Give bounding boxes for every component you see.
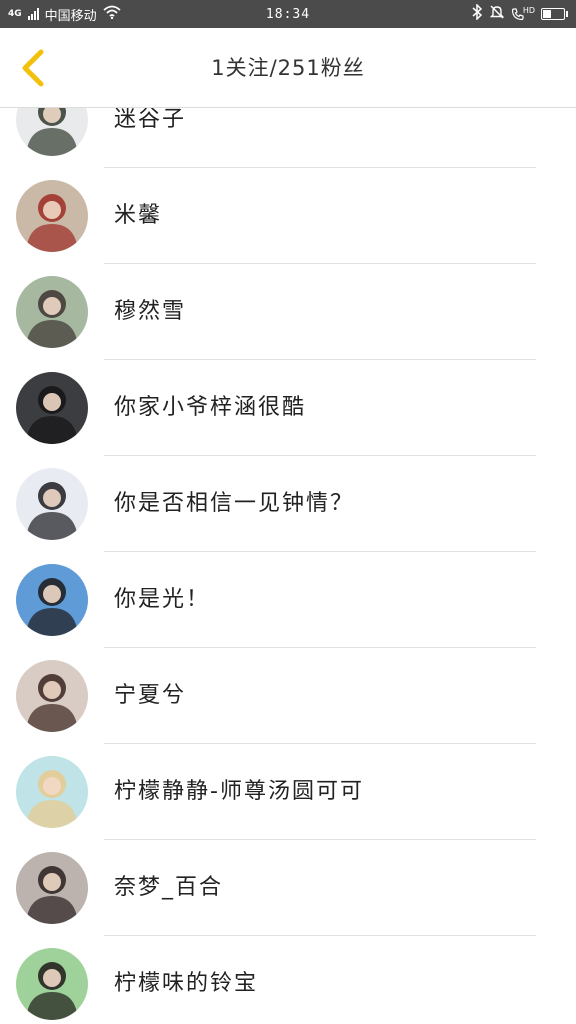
follower-item[interactable]: 穆然雪: [0, 264, 576, 360]
status-bar: 4G 中国移动 18:34 HD: [0, 0, 576, 28]
follower-name[interactable]: 你是光！: [114, 552, 210, 648]
hd-call-icon: HD: [511, 5, 535, 21]
follower-list-inner: 迷谷子 米馨 穆然雪 你家小爷梓涵很酷 你是否相信一见钟情？ 你是光！ 宁夏兮 柠檬静静-师尊…: [0, 108, 576, 1024]
battery-icon: [541, 8, 568, 20]
follower-name[interactable]: 宁夏兮: [114, 648, 186, 744]
follower-item[interactable]: 你是否相信一见钟情？: [0, 456, 576, 552]
avatar[interactable]: [16, 468, 88, 540]
hd-label: HD: [522, 5, 535, 15]
follower-name[interactable]: 你是否相信一见钟情？: [114, 456, 354, 552]
avatar[interactable]: [16, 108, 88, 156]
follower-name[interactable]: 迷谷子: [114, 108, 186, 168]
page-title: 1关注/251粉丝: [211, 56, 365, 80]
follower-item[interactable]: 你是光！: [0, 552, 576, 648]
follower-name[interactable]: 你家小爷梓涵很酷: [114, 360, 306, 456]
follower-name[interactable]: 柠檬味的铃宝: [114, 936, 258, 1024]
network-type: 4G: [8, 8, 22, 19]
follower-name[interactable]: 米馨: [114, 168, 162, 264]
signal-icon: [27, 8, 39, 20]
follower-item[interactable]: 柠檬静静-师尊汤圆可可: [0, 744, 576, 840]
mute-icon: [489, 4, 505, 24]
status-right: HD: [471, 3, 568, 24]
avatar[interactable]: [16, 564, 88, 636]
avatar[interactable]: [16, 276, 88, 348]
avatar[interactable]: [16, 372, 88, 444]
follower-list[interactable]: 迷谷子 米馨 穆然雪 你家小爷梓涵很酷 你是否相信一见钟情？ 你是光！ 宁夏兮 柠檬静静-师尊…: [0, 108, 576, 1024]
follower-name[interactable]: 柠檬静静-师尊汤圆可可: [114, 744, 364, 840]
avatar[interactable]: [16, 660, 88, 732]
avatar[interactable]: [16, 180, 88, 252]
follower-item[interactable]: 你家小爷梓涵很酷: [0, 360, 576, 456]
clock: 18:34: [265, 6, 311, 22]
follower-item[interactable]: 米馨: [0, 168, 576, 264]
follower-item[interactable]: 迷谷子: [0, 108, 576, 168]
status-left: 4G 中国移动: [8, 5, 121, 24]
page-header: 1关注/251粉丝: [0, 28, 576, 108]
follower-name[interactable]: 穆然雪: [114, 264, 186, 360]
follower-name[interactable]: 奈梦_百合: [114, 840, 223, 936]
carrier-name: 中国移动: [44, 8, 97, 24]
wifi-icon: [103, 5, 121, 23]
avatar[interactable]: [16, 948, 88, 1020]
bluetooth-icon: [471, 3, 483, 24]
avatar[interactable]: [16, 756, 88, 828]
follower-item[interactable]: 柠檬味的铃宝: [0, 936, 576, 1024]
avatar[interactable]: [16, 852, 88, 924]
follower-item[interactable]: 宁夏兮: [0, 648, 576, 744]
follower-item[interactable]: 奈梦_百合: [0, 840, 576, 936]
